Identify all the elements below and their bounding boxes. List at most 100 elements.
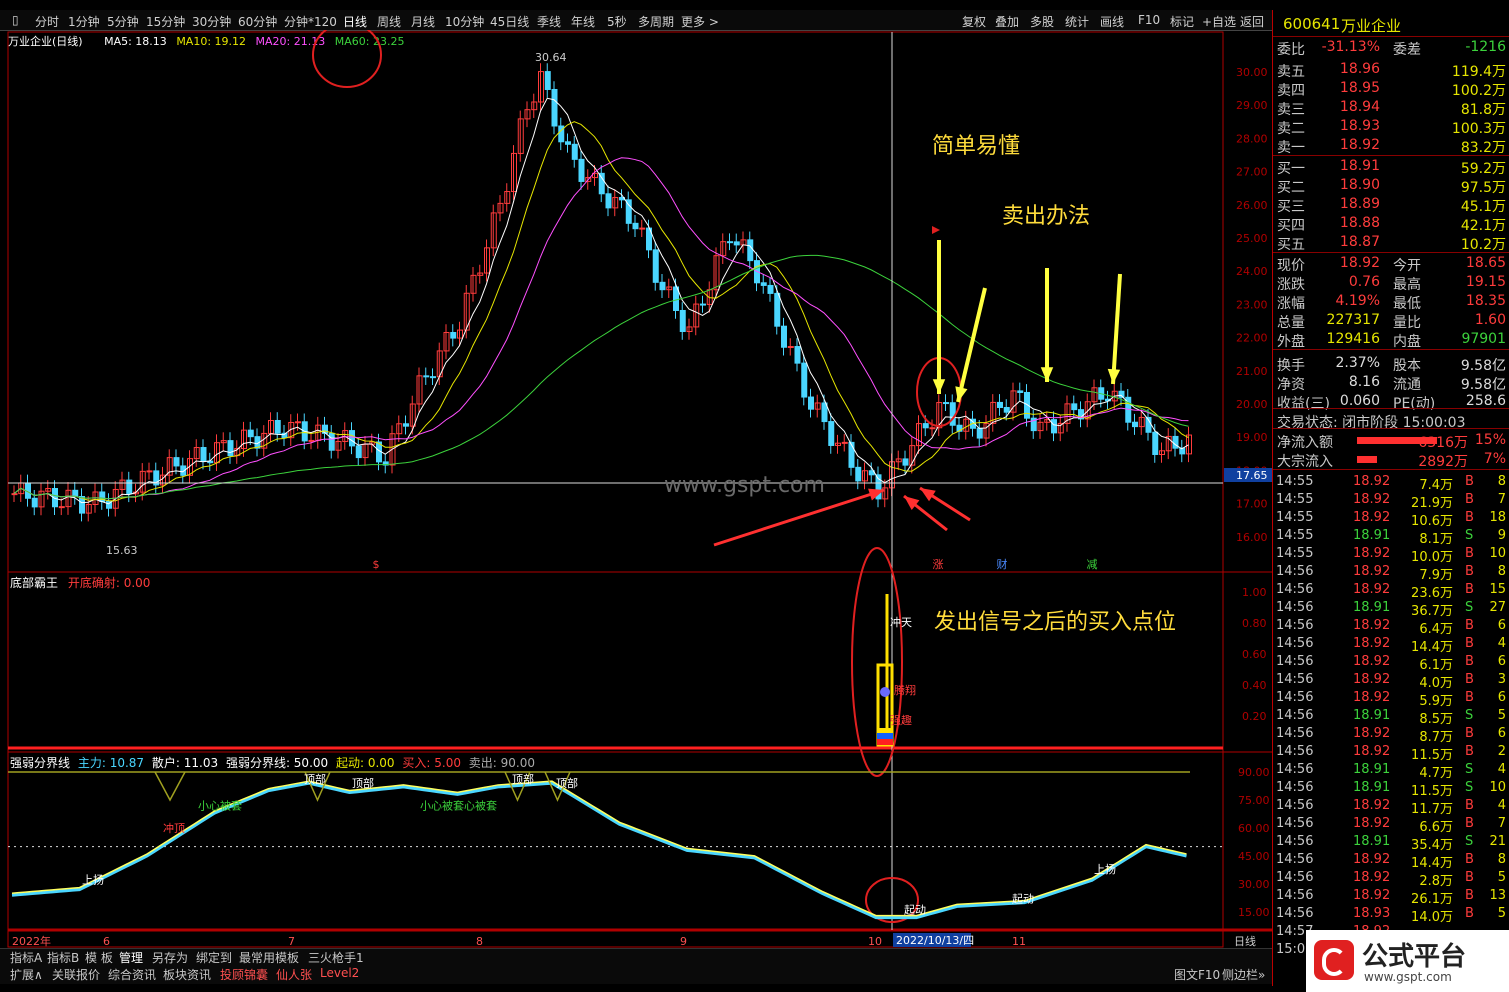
candle-body <box>430 376 436 379</box>
tick-row: 14:56 18.91 11.5万 S 10 <box>1273 779 1509 799</box>
stat-row-4-l: 外盘 <box>1277 334 1305 350</box>
buy-row-0-p1: 18.91 <box>1339 158 1380 174</box>
ext-tab-0[interactable]: 扩展∧ <box>10 966 43 983</box>
sell-row-0: 卖五 18.96 119.4万 <box>1273 60 1509 80</box>
ext-tab-5[interactable]: 仙人张 <box>276 966 312 983</box>
logo-sub: www.gspt.com <box>1364 970 1452 984</box>
period-tab-9[interactable]: 月线 <box>411 13 435 30</box>
sell-row-4-v: 83.2万 <box>1460 140 1506 156</box>
period-tab-7[interactable]: 日线 <box>343 13 367 30</box>
panel3-tick: 60.00 <box>1238 822 1270 835</box>
candle-body <box>1017 390 1024 393</box>
wave-label: 顶部 <box>556 776 578 790</box>
period-tab-12[interactable]: 季线 <box>537 13 561 30</box>
panel2-name: 底部霸王 <box>10 576 59 590</box>
sell-row-3: 卖二 18.93 100.3万 <box>1273 117 1509 137</box>
indicator-tab-1[interactable]: 指标B <box>47 949 79 966</box>
quote-separator <box>1273 349 1509 350</box>
candle-body <box>801 362 808 398</box>
tick-p: 18.92 <box>1353 510 1391 525</box>
tick-n: 8 <box>1497 564 1506 579</box>
indicator-tab-4[interactable]: 另存为 <box>152 949 188 966</box>
weibi-row-l: 委差 <box>1393 42 1421 58</box>
period-tab-8[interactable]: 周线 <box>377 13 401 30</box>
buy-row-4: 买五 18.87 10.2万 <box>1273 233 1509 253</box>
period-tab-5[interactable]: 60分钟 <box>238 13 277 30</box>
ext-tab-1[interactable]: 关联报价 <box>52 966 100 983</box>
indicator-tab-3[interactable]: 管理 <box>119 949 143 966</box>
quote-separator <box>1273 469 1509 470</box>
indicator-tab-6[interactable]: 最常用模板 <box>239 949 299 966</box>
f10-button[interactable]: 图文F10 <box>1174 966 1220 983</box>
tick-row: 14:55 18.92 10.0万 B 10 <box>1273 545 1509 565</box>
stat-row-6-l: 流通 <box>1393 377 1421 393</box>
tick-p: 18.92 <box>1353 618 1391 633</box>
period-tab-13[interactable]: 年线 <box>571 13 595 30</box>
stat-row-2-l: 涨幅 <box>1277 296 1305 312</box>
period-tab-4[interactable]: 30分钟 <box>192 13 231 30</box>
price-tick: 23.00 <box>1236 298 1268 311</box>
ext-tab-2[interactable]: 综合资讯 <box>108 966 156 983</box>
candle-body <box>1132 421 1138 428</box>
tick-t: 14:56 <box>1276 780 1314 795</box>
ext-tab-6[interactable]: Level2 <box>320 966 359 980</box>
toolbar-btn-4[interactable]: 画线 <box>1100 13 1124 30</box>
buy-row-0-v: 59.2万 <box>1460 161 1506 177</box>
toolbar-btn-1[interactable]: 叠加 <box>995 13 1019 30</box>
weibi-row-p1: -31.13% <box>1321 39 1380 55</box>
period-tab-16[interactable]: 更多 > <box>681 13 719 30</box>
tick-b: B <box>1465 870 1474 885</box>
flow-row-2-v: 7% <box>1483 451 1506 467</box>
period-tab-11[interactable]: 45日线 <box>490 13 529 30</box>
tick-row: 14:56 18.91 8.5万 S 5 <box>1273 707 1509 727</box>
indicator-tab-0[interactable]: 指标A <box>10 949 42 966</box>
kline-chart[interactable]: 30.00 29.00 28.00 27.00 26.00 25.00 24.00 23.00… <box>0 30 1272 960</box>
period-tab-14[interactable]: 5秒 <box>607 13 627 30</box>
toolbar-btn-6[interactable]: 标记 <box>1170 13 1194 30</box>
candle-body <box>821 402 828 423</box>
event-mark: 减 <box>1087 558 1098 571</box>
period-tab-10[interactable]: 10分钟 <box>445 13 484 30</box>
tick-b: B <box>1465 672 1474 687</box>
period-tab-15[interactable]: 多周期 <box>638 13 674 30</box>
panel3-sh: 散户: 11.03 <box>151 756 219 770</box>
toolbar-btn-7[interactable]: +自选 <box>1202 13 1236 30</box>
buy-row-3: 买四 18.88 42.1万 <box>1273 214 1509 234</box>
candle-body <box>349 430 355 447</box>
buy-row-3-v: 42.1万 <box>1460 218 1506 234</box>
period-tab-2[interactable]: 5分钟 <box>107 13 139 30</box>
indicator-tab-2[interactable]: 模 板 <box>85 949 113 966</box>
sidebar-toggle[interactable]: 侧边栏» <box>1222 966 1265 983</box>
sell-row-3-p1: 18.93 <box>1339 118 1380 134</box>
tick-b: B <box>1465 744 1474 759</box>
toolbar-btn-5[interactable]: F10 <box>1138 13 1160 27</box>
period-tab-1[interactable]: 1分钟 <box>68 13 100 30</box>
candle-body <box>700 303 706 306</box>
toolbar-btn-3[interactable]: 统计 <box>1065 13 1089 30</box>
period-tab-6[interactable]: 分钟*120 <box>284 13 337 30</box>
tick-row: 14:56 18.92 7.9万 B 8 <box>1273 563 1509 583</box>
ext-tab-4[interactable]: 投顾锦囊 <box>220 966 268 983</box>
flow-bar-0 <box>1357 437 1437 444</box>
layout-icon[interactable]: ▯ <box>12 13 19 27</box>
toolbar-btn-2[interactable]: 多股 <box>1030 13 1054 30</box>
flow-row-2: 大宗流入 2892万 7% <box>1273 450 1509 470</box>
indicator-tab-5[interactable]: 绑定到 <box>196 949 232 966</box>
candle-body <box>578 158 585 182</box>
tick-n: 5 <box>1497 708 1506 723</box>
tick-p: 18.92 <box>1353 564 1391 579</box>
tick-row: 14:56 18.91 4.7万 S 4 <box>1273 761 1509 781</box>
toolbar-btn-0[interactable]: 复权 <box>962 13 986 30</box>
period-tab-0[interactable]: 分时 <box>35 13 59 30</box>
tick-t: 14:56 <box>1276 762 1314 777</box>
tick-b: B <box>1465 888 1474 903</box>
period-tab-3[interactable]: 15分钟 <box>146 13 185 30</box>
stat-row-3-p1: 227317 <box>1326 312 1380 328</box>
toolbar-btn-8[interactable]: 返回 <box>1240 13 1264 30</box>
ext-tab-3[interactable]: 板块资讯 <box>163 966 211 983</box>
cursor-date: 2022/10/13/四 <box>896 934 974 947</box>
indicator-tab-7[interactable]: 三火枪手1 <box>308 949 364 966</box>
stat-row-3-v: 1.60 <box>1474 312 1506 328</box>
buy-row-2-v: 45.1万 <box>1460 199 1506 215</box>
flow-row-2-v: 2892万 <box>1418 454 1468 470</box>
